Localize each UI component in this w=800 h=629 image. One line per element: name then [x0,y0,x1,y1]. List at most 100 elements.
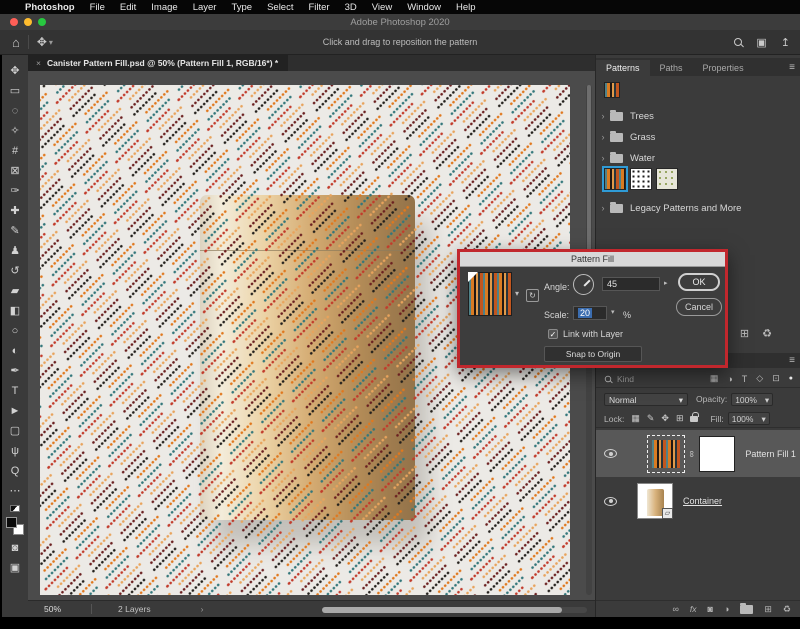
menu-image[interactable]: Image [151,2,177,13]
ok-button[interactable]: OK [678,273,720,291]
mask-link-icon[interactable]: ∞ [687,450,697,456]
fill-select[interactable]: 100% ▾ [728,412,770,425]
crop-tool[interactable]: # [2,141,28,161]
pattern-group-legacy[interactable]: › Legacy Patterns and More [596,197,800,219]
adjustment-layer-icon[interactable]: ◑ [724,604,729,614]
delete-pattern-icon[interactable]: ♻ [762,327,772,340]
dialog-title[interactable]: Pattern Fill [460,252,725,267]
menu-layer[interactable]: Layer [193,2,217,13]
pattern-group-water[interactable]: › Water [596,147,800,169]
lock-position-icon[interactable]: ✥ [661,413,669,424]
menu-select[interactable]: Select [267,2,293,13]
gradient-tool[interactable]: ◧ [2,301,28,321]
disclosure-caret-icon[interactable]: › [596,132,610,142]
close-document-icon[interactable]: × [36,58,41,68]
filter-smart-object-icon[interactable]: ⊡ [772,373,780,384]
filter-image-icon[interactable]: ▦ [710,373,719,384]
pen-tool[interactable]: ✒ [2,361,28,381]
brush-tool[interactable]: ✎ [2,221,28,241]
blend-mode-select[interactable]: Normal ▾ [604,393,688,406]
foreground-color-chip[interactable] [6,517,17,528]
filter-kind-label[interactable]: Kind [617,374,634,384]
layers-menu-icon[interactable]: ≡ [789,355,795,366]
menu-window[interactable]: Window [407,2,441,13]
layer-name[interactable]: Pattern Fill 1 [745,449,796,459]
hand-tool[interactable]: ψ [2,441,28,461]
horizontal-scrollbar[interactable] [322,607,587,613]
angle-input[interactable]: 45 [602,277,660,291]
panel-menu-icon[interactable]: ≡ [789,62,795,73]
default-colors-icon[interactable] [10,505,20,512]
pattern-group-grass[interactable]: › Grass [596,126,800,148]
add-mask-icon[interactable]: ◙ [708,604,713,614]
screen-mode-icon[interactable]: ▣ [2,558,28,578]
new-pattern-preset-icon[interactable]: ↻ [526,289,539,302]
link-with-layer-checkbox[interactable]: ✓ [548,329,558,339]
quick-selection-tool[interactable]: ✧ [2,121,28,141]
scale-input[interactable]: 20 [573,306,607,320]
clone-stamp-tool[interactable]: ♟ [2,241,28,261]
eyedropper-tool[interactable]: ✑ [2,181,28,201]
layer-row-container[interactable]: ▱ Container [596,479,800,523]
visibility-eye-icon[interactable] [604,497,617,506]
tab-patterns[interactable]: Patterns [596,60,650,76]
history-brush-tool[interactable]: ↺ [2,261,28,281]
rectangle-tool[interactable]: ▢ [2,421,28,441]
search-icon[interactable] [734,38,742,46]
opacity-select[interactable]: 100% ▾ [731,393,773,406]
disclosure-caret-icon[interactable]: › [596,153,610,163]
snap-to-origin-button[interactable]: Snap to Origin [544,346,642,362]
menu-help[interactable]: Help [456,2,476,13]
menu-edit[interactable]: Edit [120,2,136,13]
tab-properties[interactable]: Properties [693,60,754,76]
menu-3d[interactable]: 3D [345,2,357,13]
container-layer-thumbnail[interactable]: ▱ [637,483,673,519]
status-chevron-icon[interactable]: › [201,604,204,614]
lock-artboard-icon[interactable]: ⊞ [676,413,684,424]
zoom-tool[interactable]: Q [2,461,28,481]
angle-caret-icon[interactable]: ▸ [664,279,668,287]
menu-photoshop[interactable]: Photoshop [25,2,75,13]
lock-transparency-icon[interactable]: ▦ [631,413,640,424]
edit-toolbar-icon[interactable]: ⋯ [2,481,28,501]
new-pattern-icon[interactable]: ⊞ [740,327,749,340]
current-pattern-swatch[interactable] [604,82,620,98]
filter-type-icon[interactable]: T [742,374,748,384]
share-icon[interactable]: ↥ [781,36,790,49]
healing-brush-tool[interactable]: ✚ [2,201,28,221]
layer-mask-thumbnail[interactable] [699,436,735,472]
pattern-swatch-moss[interactable] [656,168,678,190]
tab-paths[interactable]: Paths [650,60,693,76]
type-tool[interactable]: T [2,381,28,401]
layer-name[interactable]: Container [683,496,722,506]
menu-type[interactable]: Type [231,2,252,13]
filter-adjustment-icon[interactable]: ◑ [727,374,732,384]
blur-tool[interactable]: ○ [2,321,28,341]
angle-dial[interactable] [573,274,594,295]
lock-pixels-icon[interactable]: ✎ [647,413,655,424]
path-selection-tool[interactable]: ► [2,401,28,421]
workspace-switcher-icon[interactable]: ▣ [756,36,766,49]
foreground-background-colors[interactable] [6,517,24,535]
horizontal-scrollbar-thumb[interactable] [322,607,562,613]
scale-caret-icon[interactable]: ▾ [611,308,615,316]
filter-toggle-icon[interactable]: ● [789,375,793,382]
marquee-tool[interactable]: ▭ [2,81,28,101]
pattern-swatch-dots[interactable] [630,168,652,190]
disclosure-caret-icon[interactable]: › [596,111,610,121]
menu-view[interactable]: View [372,2,392,13]
lock-all-icon[interactable] [690,416,698,422]
document-tab[interactable]: ×Canister Pattern Fill.psd @ 50% (Patter… [28,55,288,71]
pattern-group-trees[interactable]: › Trees [596,105,800,127]
filter-shape-icon[interactable]: ◇ [756,373,763,384]
move-tool[interactable]: ✥ [2,61,28,81]
layer-row-pattern-fill[interactable]: ∞ Pattern Fill 1 [596,430,800,477]
lasso-tool[interactable]: ◌ [2,101,28,121]
pattern-swatch-trees-selected[interactable] [604,168,626,190]
menu-filter[interactable]: Filter [308,2,329,13]
eraser-tool[interactable]: ▰ [2,281,28,301]
new-layer-icon[interactable]: ⊞ [764,604,772,615]
link-layers-icon[interactable]: ∞ [672,604,678,614]
visibility-eye-icon[interactable] [604,449,617,458]
cancel-button[interactable]: Cancel [676,298,722,316]
